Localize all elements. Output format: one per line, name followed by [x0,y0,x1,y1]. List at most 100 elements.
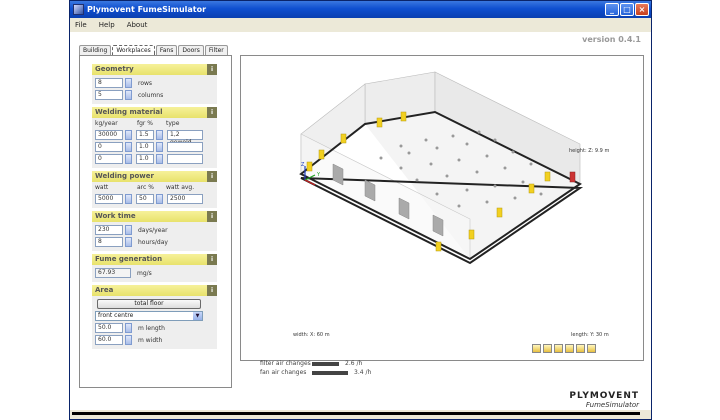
arc-input[interactable]: 50 [136,194,154,204]
kg-input[interactable]: 0 [95,154,123,164]
logo-sub: FumeSimulator [585,401,639,409]
menu-bar: File Help About [70,18,651,32]
fgr-input[interactable]: 1.0 [136,142,154,152]
workplace-dot [477,130,481,134]
width-input[interactable]: 60.0 [95,335,123,345]
fgr-input[interactable]: 1.0 [136,154,154,164]
view-iso-icon[interactable] [565,344,574,353]
status-bar [70,410,651,419]
view-reset-icon[interactable] [587,344,596,353]
rows-spinner[interactable] [125,78,132,88]
view-rotate-icon[interactable] [576,344,585,353]
view-toolbar [532,344,596,353]
workplace-dot [513,196,517,200]
title-bar[interactable]: Plymovent FumeSimulator _ □ × [70,1,651,18]
fume-generation-info-icon[interactable]: i [207,254,217,265]
arc-spinner[interactable] [156,194,163,204]
area-info-icon[interactable]: i [207,285,217,296]
kg-spinner[interactable] [125,142,132,152]
work-time-info-icon[interactable]: i [207,211,217,222]
welding-material-header: Welding material i [92,107,217,118]
type-input[interactable]: 1,2 gewold [167,130,203,146]
kg-input[interactable]: 0 [95,142,123,152]
work-time-title: Work time [95,212,136,220]
minimize-button[interactable]: _ [605,3,619,16]
area-title: Area [95,286,114,294]
filter-air-changes-bar [312,361,339,366]
geometry-title: Geometry [95,65,134,73]
menu-file[interactable]: File [75,21,87,29]
welding-material-info-icon[interactable]: i [207,107,217,118]
close-button[interactable]: × [635,3,649,16]
maximize-button[interactable]: □ [620,3,634,16]
progress-line [72,412,640,415]
length-input[interactable]: 50.0 [95,323,123,333]
workplace-dot [493,184,497,188]
workplace-dot [399,166,403,170]
filter-air-changes: filter air changes 2.6 /h [260,359,371,368]
workplace-dot [407,151,411,155]
menu-about[interactable]: About [127,21,148,29]
building-3d-view[interactable]: Z Y height: Z: 9.9 m width: X: 60 m leng… [240,55,644,361]
workplace-dot [539,192,543,196]
air-change-stats: filter air changes 2.6 /h fan air change… [260,359,371,377]
geometry-info-icon[interactable]: i [207,64,217,75]
days-spinner[interactable] [125,225,132,235]
workplace-dot [451,134,455,138]
hours-label: hours/day [138,238,168,246]
hours-spinner[interactable] [125,237,132,247]
fgr-spinner[interactable] [156,154,163,164]
fgr-spinner[interactable] [156,130,163,140]
view-front-icon[interactable] [532,344,541,353]
columns-spinner[interactable] [125,90,132,100]
view-top-icon[interactable] [554,344,563,353]
workplace-dot [415,178,419,182]
width-spinner[interactable] [125,335,132,345]
rows-input[interactable]: 8 [95,78,123,88]
chevron-down-icon[interactable]: ▼ [193,312,202,320]
app-window: Plymovent FumeSimulator _ □ × File Help … [69,0,652,420]
menu-help[interactable]: Help [99,21,115,29]
fan [544,171,551,182]
watt-avg-value: 2500 [167,194,203,204]
fan-air-changes: fan air changes 3.4 /h [260,368,371,377]
fan [496,207,503,218]
workplace-dot [379,156,383,160]
columns-input[interactable]: 5 [95,90,123,100]
kg-spinner[interactable] [125,130,132,140]
watt-spinner[interactable] [125,194,132,204]
fgr-input[interactable]: 1.5 [136,130,154,140]
workplace-dot [457,204,461,208]
workplace-dot [475,170,479,174]
type-input[interactable] [167,142,203,152]
welding-power-title: Welding power [95,172,154,180]
kg-input[interactable]: 30000 [95,130,123,140]
total-floor-button[interactable]: total floor [97,299,201,309]
type-input[interactable] [167,154,203,164]
fgr-spinner[interactable] [156,142,163,152]
fan [306,161,313,172]
workplace-dot [521,180,525,184]
view-side-icon[interactable] [543,344,552,353]
fan [340,133,347,144]
watt-input[interactable]: 5000 [95,194,123,204]
length-spinner[interactable] [125,323,132,333]
geometry-section: Geometry i 8 rows 5 columns [92,64,217,104]
workplace-dot [465,188,469,192]
position-select-value: front centre [98,312,134,319]
filter-air-changes-value: 2.6 /h [345,360,363,367]
fan [400,111,407,122]
position-select[interactable]: front centre ▼ [95,311,203,321]
workplace-dot [429,162,433,166]
workplace-dot [485,154,489,158]
welding-power-info-icon[interactable]: i [207,171,217,182]
app-icon [73,4,84,15]
fume-value: 67.93 [95,268,131,278]
days-label: days/year [138,226,168,234]
hours-input[interactable]: 8 [95,237,123,247]
days-input[interactable]: 230 [95,225,123,235]
workplace-dot [424,138,428,142]
kg-spinner[interactable] [125,154,132,164]
area-header: Area i [92,285,217,296]
building-render: Z Y [299,71,584,265]
